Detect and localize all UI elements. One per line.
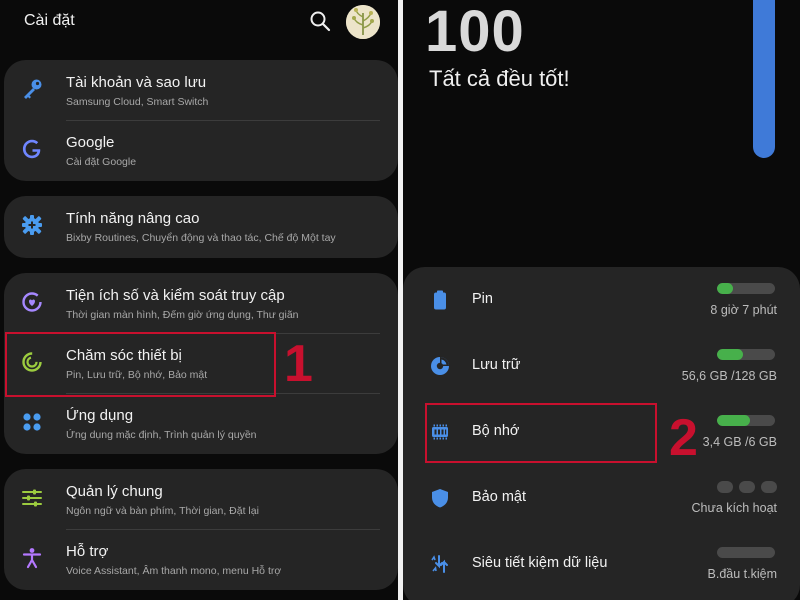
item-subtitle: Thời gian màn hình, Đếm giờ ứng dụng, Th… — [66, 309, 299, 321]
settings-screen: Cài đặt Tài khoản và sao lưu Samsung Clo… — [0, 0, 398, 600]
care-item-battery[interactable]: Pin 8 giờ 7 phút — [403, 267, 800, 333]
memory-usage-bar — [717, 415, 775, 426]
item-value: 56,6 GB /128 GB — [681, 369, 777, 383]
settings-group-general: Quản lý chung Ngôn ngữ và bàn phím, Thời… — [4, 469, 398, 590]
status-text: Tất cả đều tốt! — [429, 66, 570, 91]
item-title: Hỗ trợ — [66, 543, 109, 560]
item-title: Tài khoản và sao lưu — [66, 74, 207, 91]
item-title: Tiện ích số và kiểm soát truy cập — [66, 287, 285, 304]
annotation-number: 1 — [284, 335, 313, 393]
battery-level-bar — [717, 283, 775, 294]
avatar[interactable] — [346, 5, 380, 39]
digital-wellbeing-icon — [22, 292, 42, 312]
battery-icon — [434, 290, 446, 310]
item-value: 8 giờ 7 phút — [710, 303, 777, 317]
key-icon — [24, 79, 42, 99]
care-item-storage[interactable]: Lưu trữ 56,6 GB /128 GB — [403, 333, 800, 399]
highlight-box-device-care — [5, 332, 276, 397]
gear-plus-icon — [22, 215, 42, 235]
data-saver-bar — [717, 547, 775, 558]
search-icon[interactable] — [308, 9, 332, 33]
storage-usage-bar — [717, 349, 775, 360]
item-subtitle: Bixby Routines, Chuyển động và thao tác,… — [66, 232, 336, 244]
settings-item-general-management[interactable]: Quản lý chung Ngôn ngữ và bàn phím, Thời… — [4, 470, 398, 530]
google-icon — [22, 139, 41, 159]
shield-icon — [432, 489, 448, 508]
settings-item-advanced-features[interactable]: Tính năng nâng cao Bixby Routines, Chuyể… — [4, 197, 398, 257]
item-title: Lưu trữ — [472, 357, 521, 373]
item-title: Quản lý chung — [66, 483, 163, 500]
data-saver-icon — [431, 555, 448, 573]
settings-item-accounts-backup[interactable]: Tài khoản và sao lưu Samsung Cloud, Smar… — [4, 61, 398, 121]
care-item-data-saver[interactable]: Siêu tiết kiệm dữ liệu B.đầu t.kiệm — [403, 531, 800, 597]
item-subtitle: Ứng dụng mặc định, Trình quản lý quyền — [66, 429, 257, 441]
item-value: 3,4 GB /6 GB — [702, 435, 777, 449]
storage-icon — [431, 357, 449, 375]
security-status-dots — [717, 481, 777, 493]
settings-item-digital-wellbeing[interactable]: Tiện ích số và kiểm soát truy cập Thời g… — [4, 274, 398, 334]
settings-group-accounts: Tài khoản và sao lưu Samsung Cloud, Smar… — [4, 60, 398, 181]
highlight-box-memory — [425, 403, 657, 463]
device-care-screen: 100 Tất cả đều tốt! Pin 8 giờ 7 phút Lưu… — [403, 0, 800, 600]
item-subtitle: Ngôn ngữ và bàn phím, Thời gian, Đặt lại — [66, 505, 259, 517]
page-title: Cài đặt — [24, 12, 75, 29]
sliders-icon — [22, 489, 42, 507]
item-subtitle: Cài đặt Google — [66, 156, 137, 168]
settings-item-apps[interactable]: Ứng dụng Ứng dụng mặc định, Trình quản l… — [4, 394, 398, 454]
scrollbar[interactable] — [753, 0, 775, 158]
care-item-security[interactable]: Bảo mật Chưa kích hoạt — [403, 465, 800, 531]
item-title: Siêu tiết kiệm dữ liệu — [472, 555, 608, 571]
item-title: Tính năng nâng cao — [66, 210, 200, 227]
item-title: Bảo mật — [472, 489, 526, 505]
settings-group-advanced: Tính năng nâng cao Bixby Routines, Chuyể… — [4, 196, 398, 258]
item-subtitle: Samsung Cloud, Smart Switch — [66, 96, 209, 108]
item-value: Chưa kích hoạt — [691, 501, 778, 515]
item-subtitle: Voice Assistant, Âm thanh mono, menu Hỗ … — [66, 565, 282, 577]
optimization-score: 100 — [425, 0, 525, 64]
item-title: Pin — [472, 291, 493, 307]
accessibility-icon — [22, 548, 42, 569]
annotation-number: 2 — [669, 409, 698, 467]
settings-item-google[interactable]: Google Cài đặt Google — [4, 121, 398, 181]
item-title: Ứng dụng — [66, 407, 134, 424]
apps-icon — [23, 413, 41, 431]
item-title: Google — [66, 134, 115, 151]
settings-item-accessibility[interactable]: Hỗ trợ Voice Assistant, Âm thanh mono, m… — [4, 530, 398, 590]
item-value: B.đầu t.kiệm — [707, 567, 777, 581]
